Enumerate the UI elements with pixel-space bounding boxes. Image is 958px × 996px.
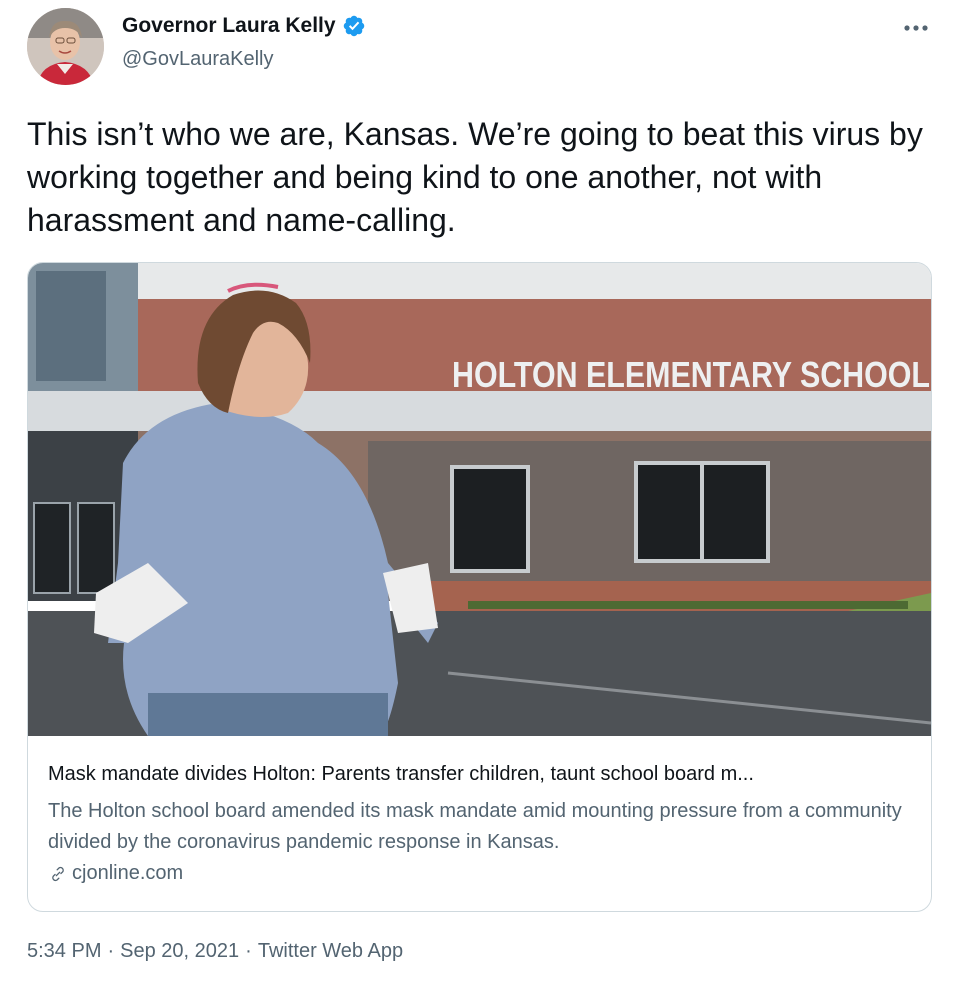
author-name-row: Governor Laura Kelly (122, 14, 366, 38)
meta-separator: · (107, 940, 115, 962)
avatar-photo (27, 8, 104, 85)
card-domain-row: cjonline.com (48, 862, 913, 885)
more-options-button[interactable] (898, 14, 934, 42)
author-handle[interactable]: @GovLauraKelly (122, 48, 273, 71)
author-avatar[interactable] (27, 8, 104, 85)
verified-badge-icon (343, 15, 364, 37)
tweet-time[interactable]: 5:34 PM (27, 940, 101, 963)
link-icon (52, 866, 64, 881)
tweet-meta: 5:34 PM · Sep 20, 2021 · Twitter Web App (27, 940, 403, 963)
more-horizontal-icon (904, 25, 928, 31)
link-card[interactable]: HOLTON ELEMENTARY SCHOOL Mask mandate di… (27, 262, 932, 912)
card-domain: cjonline.com (72, 862, 184, 884)
card-image: HOLTON ELEMENTARY SCHOOL (28, 263, 931, 736)
card-description: The Holton school board amended its mask… (48, 800, 902, 853)
card-title[interactable]: Mask mandate divides Holton: Parents tra… (48, 761, 913, 787)
tweet: Governor Laura Kelly @GovLauraKelly This… (0, 0, 958, 996)
tweet-date[interactable]: Sep 20, 2021 (120, 940, 239, 963)
card-body: Mask mandate divides Holton: Parents tra… (48, 761, 913, 885)
tweet-source[interactable]: Twitter Web App (258, 940, 403, 963)
meta-separator: · (245, 940, 252, 962)
card-image-sign: HOLTON ELEMENTARY SCHOOL (452, 354, 930, 395)
tweet-text: This isn’t who we are, Kansas. We’re goi… (27, 116, 932, 238)
author-display-name[interactable]: Governor Laura Kelly (122, 14, 336, 38)
